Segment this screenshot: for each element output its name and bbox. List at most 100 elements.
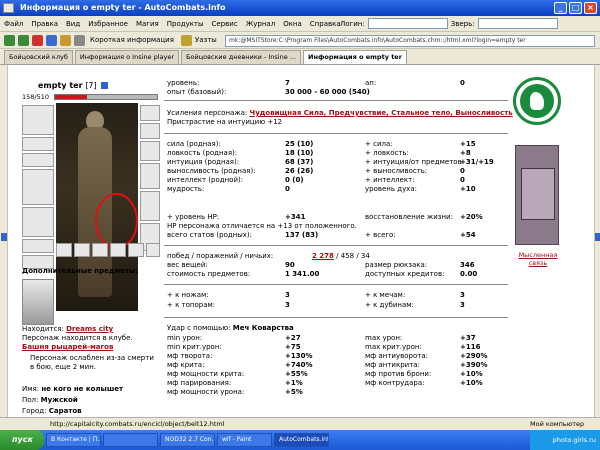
rune-slot-3[interactable] bbox=[92, 243, 108, 257]
zver-input[interactable] bbox=[477, 18, 558, 29]
stat-value: 26 (26) bbox=[285, 167, 314, 175]
cloak-item[interactable] bbox=[22, 279, 54, 325]
start-button[interactable]: пуск bbox=[0, 430, 44, 450]
gloves-slot[interactable] bbox=[140, 141, 160, 161]
menu-magic[interactable]: Магия bbox=[136, 20, 159, 28]
stat-label: ловкость (родная): bbox=[167, 149, 238, 157]
wins-link[interactable]: 2 278 bbox=[312, 252, 334, 260]
ring-slot-1[interactable] bbox=[140, 123, 160, 139]
stat-label: выносливость (родная): bbox=[167, 167, 256, 175]
menu-file[interactable]: Файл bbox=[4, 20, 23, 28]
rune-slot-4[interactable] bbox=[110, 243, 126, 257]
clan-emblem[interactable] bbox=[513, 77, 561, 125]
stat-value: 68 (37) bbox=[285, 158, 314, 166]
weakened-text: Персонаж ослаблен из-за смерти в бою, ещ… bbox=[30, 354, 154, 371]
additional-items-heading: Дополнительные предметы: bbox=[22, 267, 139, 275]
task-paint[interactable]: wif - Paint bbox=[217, 433, 272, 447]
task-nod32[interactable]: NOD32 2.7 Con... bbox=[160, 433, 215, 447]
banner-caption[interactable]: Мысленная связь bbox=[510, 251, 566, 267]
task-hidden[interactable] bbox=[103, 433, 158, 447]
rune-slot-5[interactable] bbox=[128, 243, 144, 257]
window-titlebar: Информация о empty ter - AutoCombats.inf… bbox=[0, 0, 600, 16]
combat-label: max урон: bbox=[365, 334, 403, 342]
status-zone: Мой компьютер bbox=[530, 420, 585, 428]
earrings-slot[interactable] bbox=[22, 137, 54, 151]
guild-banner[interactable] bbox=[515, 145, 559, 245]
owner-line: Имя: не кого не колышет bbox=[22, 385, 123, 394]
task-autocombats[interactable]: AutoCombats.info bbox=[274, 433, 329, 447]
close-button[interactable]: × bbox=[584, 2, 597, 14]
right-panel-handle[interactable] bbox=[595, 233, 600, 241]
tab-strip: Бойцовский клуб Информация о Insine play… bbox=[0, 49, 600, 65]
exp-label: опыт (базовый): bbox=[167, 88, 227, 96]
login-input[interactable] bbox=[367, 18, 448, 29]
menu-view[interactable]: Вид bbox=[66, 20, 80, 28]
task-vkontakte[interactable]: В Контакте | П... bbox=[46, 433, 101, 447]
menu-service[interactable]: Сервис bbox=[212, 20, 238, 28]
location-line: Находится: Dreams city bbox=[22, 325, 113, 334]
bookmarks-button[interactable]: Уазты bbox=[195, 36, 217, 44]
stop-icon[interactable] bbox=[32, 34, 43, 46]
address-bar[interactable]: mk:@MSITStore:C:\Program Files\AutoComba… bbox=[225, 35, 595, 47]
info-icon[interactable] bbox=[101, 82, 109, 89]
wins-value-line: 2 278 / 458 / 34 bbox=[312, 252, 370, 261]
login-label: Логин: bbox=[340, 19, 365, 28]
tab-diaries[interactable]: Бойцовские дневники - Insine ... bbox=[181, 50, 302, 64]
bracers-slot[interactable] bbox=[140, 105, 160, 121]
city-line: Город: Саратов bbox=[22, 407, 82, 416]
menu-journal[interactable]: Журнал bbox=[246, 20, 275, 28]
search-bar: Логин: Зверь: bbox=[340, 18, 558, 29]
armor-slot[interactable] bbox=[22, 207, 54, 237]
combat-value: +130% bbox=[285, 352, 313, 360]
menu-edit[interactable]: Правка bbox=[31, 20, 58, 28]
left-panel bbox=[0, 65, 8, 417]
city-value: Саратов bbox=[48, 407, 82, 415]
tab-info-insine[interactable]: Информация о Insine player bbox=[74, 50, 180, 64]
divider bbox=[164, 284, 508, 285]
level-label: уровень: bbox=[167, 79, 200, 87]
city-label: Город: bbox=[22, 407, 47, 415]
cost-label: стоимость предметов: bbox=[167, 270, 251, 278]
helmet-slot[interactable] bbox=[22, 105, 54, 135]
tower-link[interactable]: Башня рыцарей-магов bbox=[22, 343, 113, 352]
menu-products[interactable]: Продукты bbox=[167, 20, 204, 28]
settings-icon[interactable] bbox=[74, 34, 85, 46]
hp-level-value: +341 bbox=[285, 213, 306, 221]
amulet-slot[interactable] bbox=[22, 153, 54, 167]
menu-favorites[interactable]: Избранное bbox=[88, 20, 128, 28]
back-icon[interactable] bbox=[4, 34, 15, 46]
boosts-links[interactable]: Чудовищная Сила, Предчувствие, Стальное … bbox=[250, 109, 513, 117]
combat-label: мф контрудара: bbox=[365, 379, 425, 387]
leggings-slot[interactable] bbox=[140, 191, 160, 221]
combat-value: +116 bbox=[460, 343, 481, 351]
left-panel-handle[interactable] bbox=[1, 233, 7, 241]
minimize-button[interactable]: _ bbox=[554, 2, 567, 14]
menu-help[interactable]: Справка bbox=[310, 20, 341, 28]
rune-slot-6[interactable] bbox=[146, 243, 160, 257]
intuition-boost: Пристрастие на интуицию +12 bbox=[167, 118, 283, 126]
weapon-slot[interactable] bbox=[22, 169, 54, 205]
total-value: 137 (83) bbox=[285, 231, 319, 239]
refresh-icon[interactable] bbox=[46, 34, 57, 46]
status-url: http://capitalcity.combats.ru/encicl/obj… bbox=[50, 420, 225, 428]
forward-icon[interactable] bbox=[18, 34, 29, 46]
maximize-button[interactable]: □ bbox=[569, 2, 582, 14]
combat-label: мф против брони: bbox=[365, 370, 432, 378]
belt-slot[interactable] bbox=[22, 239, 54, 253]
hp-note: HP персонажа отличается на +13 от положе… bbox=[167, 222, 357, 230]
home-icon[interactable] bbox=[60, 34, 71, 46]
tab-info-empty-ter[interactable]: Информация о empty ter bbox=[303, 50, 407, 64]
short-info-button[interactable]: Короткая информация bbox=[90, 36, 174, 44]
menu-windows[interactable]: Окна bbox=[283, 20, 302, 28]
rune-slot-1[interactable] bbox=[56, 243, 72, 257]
hit-line: Удар с помощью: Меч Коварства bbox=[167, 324, 294, 333]
bonus-value: +10 bbox=[460, 185, 476, 193]
location-link[interactable]: Dreams city bbox=[66, 325, 113, 333]
shield-slot[interactable] bbox=[140, 163, 160, 189]
stat-value: 0 bbox=[285, 185, 290, 193]
tab-fight-club[interactable]: Бойцовский клуб bbox=[4, 50, 73, 64]
combat-value: +10% bbox=[460, 379, 483, 387]
rune-slot-2[interactable] bbox=[74, 243, 90, 257]
skill-value: 3 bbox=[285, 291, 290, 299]
bonus-value: +31/+19 bbox=[460, 158, 494, 166]
